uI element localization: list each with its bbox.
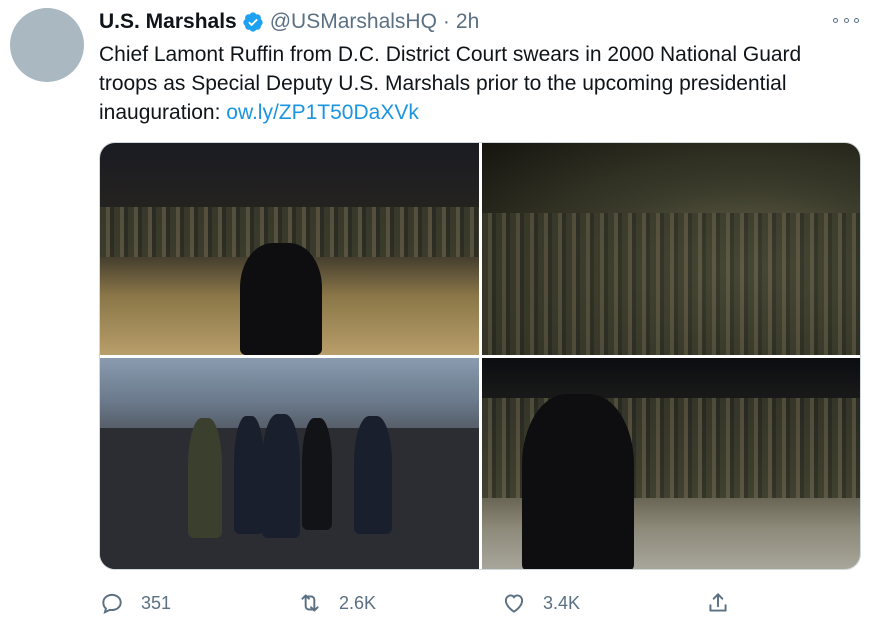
- photo-troops-sworn-in[interactable]: [482, 358, 860, 569]
- walker: [188, 418, 222, 538]
- soldiers-closeup: [482, 213, 860, 355]
- more-dot: [843, 17, 849, 23]
- tweet-card[interactable]: U.S. Marshals @USMarshalsHQ · 2h Chief L…: [0, 0, 871, 632]
- speaker-silhouette: [240, 243, 322, 355]
- retweet-button[interactable]: 2.6K: [297, 586, 376, 620]
- more-options-icon[interactable]: [833, 10, 859, 30]
- tweet-body: Chief Lamont Ruffin from D.C. District C…: [99, 43, 802, 124]
- verified-badge-icon: [243, 12, 263, 32]
- timestamp[interactable]: 2h: [456, 10, 479, 34]
- photo-marshals-walking[interactable]: [100, 358, 479, 569]
- photo-troops-night-street[interactable]: [100, 143, 479, 355]
- walker: [302, 418, 332, 530]
- walker: [234, 416, 264, 534]
- share-button[interactable]: [705, 586, 747, 620]
- retweet-count: 2.6K: [339, 592, 377, 613]
- media-grid: [99, 142, 861, 570]
- reply-count: 351: [141, 592, 172, 613]
- heart-icon: [504, 594, 524, 613]
- tweet-header: U.S. Marshals @USMarshalsHQ · 2h: [99, 8, 479, 36]
- like-button[interactable]: 3.4K: [501, 586, 580, 620]
- share-icon: [709, 593, 727, 612]
- like-count: 3.4K: [543, 592, 581, 613]
- reply-icon: [102, 593, 122, 615]
- retweet-icon: [301, 594, 319, 612]
- avatar[interactable]: [10, 8, 84, 82]
- tweet-text: Chief Lamont Ruffin from D.C. District C…: [99, 40, 859, 127]
- separator-dot: ·: [442, 10, 450, 33]
- walker: [262, 414, 300, 538]
- reply-button[interactable]: 351: [99, 586, 171, 620]
- tweet-actions: 351 2.6K 3.4K: [99, 586, 861, 620]
- more-dot: [833, 17, 838, 23]
- handle[interactable]: @USMarshalsHQ: [270, 10, 437, 34]
- display-name[interactable]: U.S. Marshals: [99, 10, 237, 34]
- more-dot: [854, 17, 859, 23]
- tweet-link[interactable]: ow.ly/ZP1T50DaXVk: [226, 101, 419, 124]
- speaker-silhouette: [522, 394, 634, 569]
- walker: [354, 416, 392, 534]
- photo-masked-soldiers[interactable]: [482, 143, 860, 355]
